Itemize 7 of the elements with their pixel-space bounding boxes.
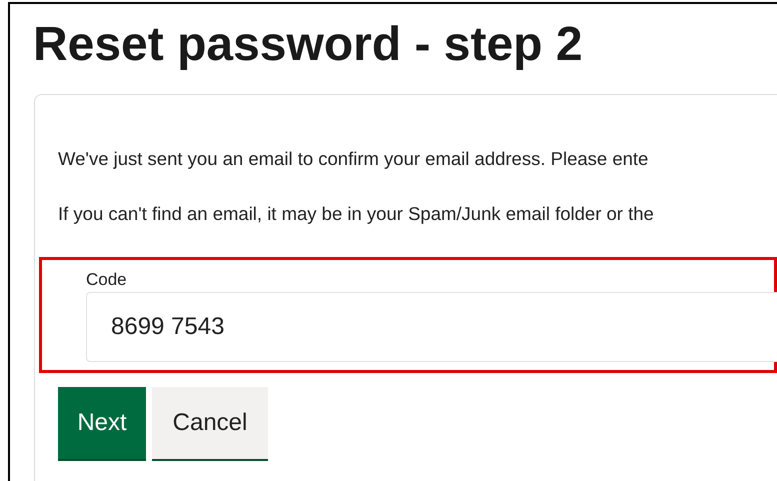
code-label: Code <box>86 270 128 290</box>
instruction-text: We've just sent you an email to confirm your email address. Please ente <box>58 149 650 169</box>
code-input[interactable]: 8699 7543 <box>86 292 777 362</box>
instruction-text: If you can't find an email, it may be in your Spam/Junk email folder or the <box>58 204 655 224</box>
next-button[interactable]: Next <box>58 387 146 461</box>
page-heading: Reset password - step 2 <box>33 17 584 73</box>
cancel-button[interactable]: Cancel <box>152 387 268 461</box>
